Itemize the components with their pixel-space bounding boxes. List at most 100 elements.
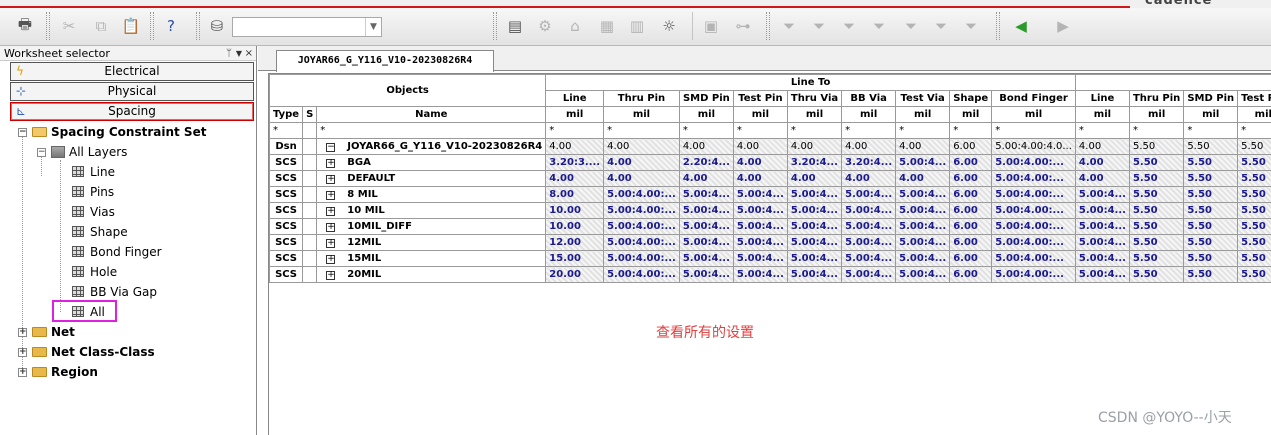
value-cell[interactable]: 5.50	[1237, 170, 1271, 187]
value-cell[interactable]: 5.00:4...	[1074, 186, 1130, 203]
copy-icon[interactable]: ⧉	[88, 13, 114, 39]
filter-icon[interactable]: ⏷	[898, 13, 924, 39]
tree-item-bond-finger[interactable]: Bond Finger	[72, 242, 162, 262]
value-cell[interactable]: 5.00:4...	[895, 186, 951, 203]
toolbar-grip[interactable]	[46, 12, 50, 40]
filter-cell[interactable]: *	[678, 122, 734, 139]
value-cell[interactable]: 5.00:4...	[786, 218, 843, 235]
value-cell[interactable]: 5.00:4...	[895, 266, 951, 283]
value-cell[interactable]: 4.00	[895, 170, 951, 187]
value-cell[interactable]: 5.00:4...	[1074, 218, 1130, 235]
table-row[interactable]: SCS + BGA 3.20:3.... 4.00 2.20:4... 4.00 3.20:4…	[269, 154, 1271, 171]
filter-cell[interactable]: *	[1074, 122, 1130, 139]
column-header[interactable]: Line	[545, 90, 605, 107]
value-cell[interactable]: 5.00:4...	[678, 186, 734, 203]
column-header[interactable]: SMD Pin	[678, 90, 734, 107]
value-cell[interactable]: 5.50	[1183, 234, 1239, 251]
value-cell[interactable]: 4.00	[841, 138, 897, 155]
value-cell[interactable]: 5.00:4...	[678, 234, 734, 251]
value-cell[interactable]: 3.20:4...	[786, 154, 843, 171]
tab-design[interactable]: JOYAR66_G_Y116_V10-20230826R4	[276, 50, 494, 72]
collapse-icon[interactable]: −	[326, 143, 336, 152]
value-cell[interactable]: 5.00:4...	[841, 250, 897, 267]
value-cell[interactable]: 4.00	[545, 138, 605, 155]
value-cell[interactable]: 4.00	[732, 170, 788, 187]
column-header[interactable]: Test Pin	[1237, 90, 1271, 107]
value-cell[interactable]: 5.00:4...	[732, 234, 788, 251]
column-header[interactable]: SMD Pin	[1183, 90, 1239, 107]
tree-item-line[interactable]: Line	[72, 162, 115, 182]
value-cell[interactable]: 6.00	[949, 266, 993, 283]
tree-item-hole[interactable]: Hole	[72, 262, 117, 282]
value-cell[interactable]: 5.50	[1128, 202, 1185, 219]
value-cell[interactable]: 5.00:4...	[841, 266, 897, 283]
column-header[interactable]: Line	[1074, 90, 1130, 107]
name-cell[interactable]: +20MIL	[316, 266, 547, 283]
value-cell[interactable]: 5.00:4...	[1074, 266, 1130, 283]
expand-icon[interactable]: +	[326, 239, 336, 248]
table-row[interactable]: SCS +20MIL 20.00 5.00:4.00:... 5.00:4... 5.00…	[269, 266, 1271, 283]
value-cell[interactable]: 5.50	[1183, 170, 1239, 187]
value-cell[interactable]: 6.00	[949, 186, 993, 203]
help-icon[interactable]: ?	[158, 13, 184, 39]
value-cell[interactable]: 5.00:4.00:...	[991, 202, 1076, 219]
value-cell[interactable]: 5.00:4...	[786, 186, 843, 203]
toolbar-grip[interactable]	[996, 12, 1000, 40]
toolbar-grip[interactable]	[766, 12, 770, 40]
value-cell[interactable]: 20.00	[545, 266, 605, 283]
value-cell[interactable]: 5.00:4.00:...	[603, 250, 680, 267]
value-cell[interactable]: 4.00	[678, 170, 734, 187]
value-cell[interactable]: 5.00:4.00:...	[991, 170, 1076, 187]
filter-cell[interactable]: *	[991, 122, 1076, 139]
value-cell[interactable]: 5.50	[1183, 138, 1239, 155]
worksheet-physical-button[interactable]: ⊹ Physical	[10, 82, 254, 101]
tree-item-bb-via-gap[interactable]: BB Via Gap	[72, 282, 157, 302]
filter-icon[interactable]: ⏷	[928, 13, 954, 39]
value-cell[interactable]: 3.20:3....	[545, 154, 605, 171]
value-cell[interactable]: 6.00	[949, 202, 993, 219]
value-cell[interactable]: 5.00:4.00:...	[991, 154, 1076, 171]
name-cell[interactable]: + DEFAULT	[316, 170, 547, 187]
table-row[interactable]: SCS +10MIL_DIFF 10.00 5.00:4.00:... 5.00:4..…	[269, 218, 1271, 235]
table-row[interactable]: SCS + DEFAULT 4.00 4.00 4.00 4.00 4.00 4.00 4.00 6…	[269, 170, 1271, 187]
name-cell[interactable]: + BGA	[316, 154, 547, 171]
value-cell[interactable]: 4.00	[1074, 154, 1130, 171]
chevron-down-icon[interactable]: ▼	[236, 46, 242, 61]
value-cell[interactable]: 5.00:4...	[786, 266, 843, 283]
value-cell[interactable]: 5.00:4...	[732, 186, 788, 203]
worksheet-electrical-button[interactable]: ϟ Electrical	[10, 62, 254, 81]
value-cell[interactable]: 5.00:4.00:4.0...	[991, 138, 1076, 155]
value-cell[interactable]: 5.50	[1237, 218, 1271, 235]
pin-icon[interactable]: ᛘ	[226, 46, 232, 61]
value-cell[interactable]: 4.00	[732, 154, 788, 171]
column-header[interactable]: Test Via	[895, 90, 951, 107]
expand-icon[interactable]: +	[18, 368, 27, 377]
name-cell[interactable]: +15MIL	[316, 250, 547, 267]
expand-icon[interactable]: +	[18, 348, 27, 357]
column-header[interactable]: Shape	[949, 90, 993, 107]
tree-item-net[interactable]: + Net	[18, 322, 75, 342]
collapse-icon[interactable]: −	[18, 128, 27, 137]
name-cell[interactable]: +8 MIL	[316, 186, 547, 203]
column-header[interactable]: Bond Finger	[991, 90, 1076, 107]
filter-cell[interactable]: *	[1237, 122, 1271, 139]
value-cell[interactable]: 5.00:4...	[841, 234, 897, 251]
table-row[interactable]: SCS +8 MIL 8.00 5.00:4.00:... 5.00:4... 5.00:…	[269, 186, 1271, 203]
value-cell[interactable]: 5.00:4...	[841, 186, 897, 203]
value-cell[interactable]: 5.50	[1237, 154, 1271, 171]
object-combo[interactable]: ▼	[232, 17, 382, 37]
value-cell[interactable]: 8.00	[545, 186, 605, 203]
value-cell[interactable]: 6.00	[949, 170, 993, 187]
table-row[interactable]: SCS +15MIL 15.00 5.00:4.00:... 5.00:4... 5.00…	[269, 250, 1271, 267]
expand-icon[interactable]: +	[326, 175, 336, 184]
worksheet-spacing-button[interactable]: ⊾ Spacing	[10, 102, 254, 121]
value-cell[interactable]: 3.20:4...	[841, 154, 897, 171]
value-cell[interactable]: 5.00:4...	[678, 202, 734, 219]
expand-icon[interactable]: +	[326, 159, 336, 168]
column-header[interactable]: Thru Pin	[1128, 90, 1185, 107]
table-icon[interactable]: ▦	[594, 13, 620, 39]
value-cell[interactable]: 6.00	[949, 154, 993, 171]
value-cell[interactable]: 5.00:4...	[841, 218, 897, 235]
analyze-icon[interactable]: ⚙	[532, 13, 558, 39]
value-cell[interactable]: 5.50	[1237, 266, 1271, 283]
